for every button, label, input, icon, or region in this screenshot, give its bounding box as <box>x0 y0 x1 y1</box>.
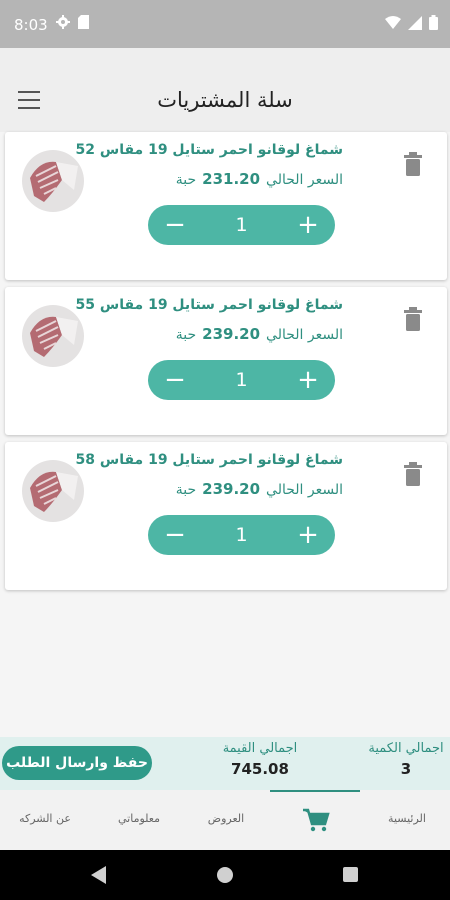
total-value: 745.08 <box>231 760 289 778</box>
battery-icon <box>429 15 438 30</box>
price-unit: حبة <box>175 172 197 188</box>
trash-icon[interactable] <box>403 152 423 176</box>
nav-offers[interactable]: العروض <box>200 812 252 825</box>
shopping-cart-icon[interactable] <box>302 808 330 832</box>
cart-item-card: شماغ لوقانو احمر ستايل 19 مقاس 58 السعر … <box>5 442 447 590</box>
price-label: السعر الحالي <box>266 327 343 343</box>
price-label: السعر الحالي <box>266 482 343 498</box>
status-time: 8:03 <box>14 16 48 34</box>
product-name: شماغ لوقانو احمر ستايل 19 مقاس 52 <box>75 142 343 158</box>
quantity-stepper: − 1 + <box>148 205 335 245</box>
trash-icon[interactable] <box>403 462 423 486</box>
nav-about-company[interactable]: عن الشركه <box>14 812 76 825</box>
recent-apps-icon[interactable] <box>343 867 358 882</box>
price-value: 239.20 <box>202 480 261 498</box>
quantity-stepper: − 1 + <box>148 360 335 400</box>
system-nav-bar <box>0 850 450 900</box>
cart-item-card: شماغ لوقانو احمر ستايل 19 مقاس 52 السعر … <box>5 132 447 280</box>
price-value: 239.20 <box>202 325 261 343</box>
increase-button[interactable]: + <box>283 205 333 245</box>
product-image <box>22 460 84 522</box>
wifi-icon <box>385 16 401 29</box>
order-summary-bar: حفظ وارسال الطلب اجمالي القيمة 745.08 اج… <box>0 737 450 790</box>
nav-home[interactable]: الرئيسية <box>382 812 432 825</box>
increase-button[interactable]: + <box>283 360 333 400</box>
save-and-send-order-button[interactable]: حفظ وارسال الطلب <box>2 746 152 780</box>
home-icon[interactable] <box>217 867 233 883</box>
bottom-nav: الرئيسية العروض معلوماتي عن الشركه <box>0 790 450 850</box>
total-value-block: اجمالي القيمة 745.08 <box>205 741 315 778</box>
total-quantity-label: اجمالي الكمية <box>368 741 444 756</box>
quantity-stepper: − 1 + <box>148 515 335 555</box>
product-name: شماغ لوقانو احمر ستايل 19 مقاس 58 <box>75 452 343 468</box>
back-icon[interactable] <box>91 866 107 884</box>
sd-card-icon <box>78 15 89 29</box>
nav-my-info[interactable]: معلوماتي <box>113 812 165 825</box>
signal-icon <box>408 15 422 30</box>
total-quantity: 3 <box>400 760 412 778</box>
increase-button[interactable]: + <box>283 515 333 555</box>
price-row: السعر الحالي 231.20 حبة <box>176 170 343 188</box>
total-quantity-block: اجمالي الكمية 3 <box>362 741 450 778</box>
gear-icon <box>56 15 70 29</box>
page-title: سلة المشتريات <box>157 88 293 112</box>
product-name: شماغ لوقانو احمر ستايل 19 مقاس 55 <box>75 297 343 313</box>
price-row: السعر الحالي 239.20 حبة <box>176 325 343 343</box>
app-bar: سلة المشتريات <box>0 48 450 132</box>
product-image <box>22 150 84 212</box>
price-unit: حبة <box>175 482 197 498</box>
total-value-label: اجمالي القيمة <box>222 741 298 756</box>
trash-icon[interactable] <box>403 307 423 331</box>
nav-active-indicator <box>270 790 360 792</box>
product-image <box>22 305 84 367</box>
cart-item-card: شماغ لوقانو احمر ستايل 19 مقاس 55 السعر … <box>5 287 447 435</box>
price-label: السعر الحالي <box>266 172 343 188</box>
price-row: السعر الحالي 239.20 حبة <box>176 480 343 498</box>
price-unit: حبة <box>175 327 197 343</box>
status-bar: 8:03 <box>0 0 450 48</box>
price-value: 231.20 <box>202 170 261 188</box>
